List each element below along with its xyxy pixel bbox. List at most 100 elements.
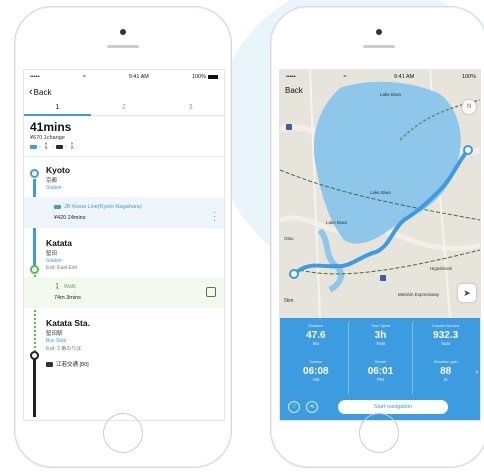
route-duration: 41mins bbox=[30, 120, 72, 134]
tab-route-1[interactable]: 1 bbox=[24, 100, 91, 115]
stat-unit: m bbox=[443, 377, 448, 382]
status-bar: ••••• ≈ 9:41 AM 100% bbox=[24, 70, 224, 84]
stat-distance: Distance 47.6 km bbox=[284, 322, 349, 358]
stat-sunset: Sunset 06:01 PM bbox=[349, 358, 414, 394]
station-name-jp: 堅田 bbox=[46, 251, 58, 257]
battery-status: 100% bbox=[192, 74, 218, 80]
status-time: 9:41 AM bbox=[394, 74, 415, 80]
route-detail-screen: ••••• ≈ 9:41 AM 100% ‹ Back 1 2 3 41mins… bbox=[23, 69, 225, 421]
route-tabs: 1 2 3 bbox=[24, 100, 224, 116]
walk-icon: 🚶 bbox=[42, 144, 51, 150]
stat-elevation[interactable]: Elevation gain 88 m › bbox=[413, 358, 478, 394]
compass-icon[interactable]: N bbox=[462, 100, 476, 114]
speaker-grille bbox=[107, 45, 139, 48]
station-type: Station bbox=[46, 185, 62, 191]
stat-value: 932.3 bbox=[433, 330, 459, 341]
station-exit: Exit: East Exit bbox=[46, 265, 77, 271]
walk-segment[interactable]: 🚶 Walk 74m 3mins bbox=[24, 277, 224, 308]
bus-icon bbox=[55, 144, 63, 149]
stat-header: Sunset bbox=[374, 359, 387, 364]
battery-icon bbox=[207, 74, 218, 79]
chevron-left-icon: ‹ bbox=[29, 85, 33, 98]
map-screen: ••••• ≈ 9:41 AM 100% Back N Lake Biwa La… bbox=[279, 69, 481, 421]
train-fare-time: ¥420 24mins bbox=[54, 215, 86, 221]
active-tab-indicator bbox=[24, 114, 91, 116]
walk-distance-time: 74m 3mins bbox=[54, 295, 81, 301]
station-exit: Exit: 2 番のりば bbox=[46, 346, 82, 352]
locate-me-icon[interactable]: ➤ bbox=[458, 284, 476, 302]
station-node bbox=[30, 265, 39, 274]
tab-route-3[interactable]: 3 bbox=[157, 100, 224, 115]
back-label: Back bbox=[33, 87, 52, 97]
wifi-icon: ≈ bbox=[82, 74, 86, 80]
home-button[interactable] bbox=[103, 413, 143, 453]
train-icon bbox=[54, 205, 61, 209]
stat-unit: AM bbox=[312, 377, 320, 382]
map-view[interactable]: ••••• ≈ 9:41 AM 100% Back N Lake Biwa La… bbox=[280, 70, 480, 318]
camera-icon bbox=[120, 29, 126, 35]
walk-icon: 🚶 bbox=[54, 284, 61, 290]
share-icon[interactable]: ⋖ bbox=[306, 401, 318, 413]
station-katata[interactable]: Katata 堅田 Station Exit: East Exit bbox=[46, 230, 224, 275]
stat-value: 47.6 bbox=[306, 330, 326, 341]
station-node bbox=[30, 169, 39, 178]
station-node bbox=[30, 351, 39, 360]
start-navigation-button[interactable]: Start navigation bbox=[338, 400, 448, 414]
stage: ••••• ≈ 9:41 AM 100% ‹ Back 1 2 3 41mins… bbox=[0, 0, 484, 473]
stat-sunrise: Sunrise 06:08 AM bbox=[284, 358, 349, 394]
stat-header: Elevation gain bbox=[433, 359, 458, 364]
stat-time: Time Spent 3h 7min bbox=[349, 322, 414, 358]
station-name-jp: 京都 bbox=[46, 178, 58, 184]
signal-indicator: ••••• bbox=[30, 74, 40, 80]
camera-icon bbox=[376, 29, 382, 35]
phone-left: ••••• ≈ 9:41 AM 100% ‹ Back 1 2 3 41mins… bbox=[14, 6, 232, 468]
stat-unit: PM bbox=[377, 377, 384, 382]
status-time: 9:41 AM bbox=[128, 74, 149, 80]
route-fare: ¥670 1change bbox=[30, 135, 65, 141]
map-label: Lake Biwa bbox=[380, 92, 401, 97]
favorite-icon[interactable]: ♡ bbox=[288, 401, 300, 413]
station-kyoto[interactable]: Kyoto 京都 Station bbox=[46, 157, 224, 195]
walk-icon: 🚶 bbox=[68, 144, 76, 150]
station-katata-sta[interactable]: Katata Sta. 堅田駅 Bus Stop Exit: 2 番のりば bbox=[46, 310, 224, 356]
stat-value: 88 bbox=[440, 366, 452, 377]
station-name: Katata Sta. bbox=[46, 318, 90, 328]
stat-header: Time Spent bbox=[370, 323, 391, 328]
stat-unit: kcal bbox=[441, 341, 450, 346]
map-label: Meishin Expressway bbox=[398, 292, 440, 297]
train-icon bbox=[30, 144, 37, 149]
route-timeline: Kyoto 京都 Station JR Kosei Line(Kyoto-Nag… bbox=[24, 157, 224, 417]
battery-label: 100% bbox=[461, 74, 476, 80]
station-name: Katata bbox=[46, 238, 72, 248]
arrow-icon: › bbox=[64, 143, 67, 150]
trip-stats-panel: Distance 47.6 km Time Spent 3h 7min Calo… bbox=[280, 318, 480, 420]
home-button[interactable] bbox=[359, 413, 399, 453]
map-label: Otsu bbox=[284, 236, 294, 241]
wifi-icon: ≈ bbox=[343, 74, 347, 80]
speaker-grille bbox=[363, 45, 395, 48]
map-label: Lake Biwa bbox=[326, 220, 347, 225]
station-type: Bus Stop bbox=[46, 338, 67, 344]
station-name-jp: 堅田駅 bbox=[46, 331, 63, 337]
bus-segment[interactable]: 江若交通 [80] bbox=[46, 356, 224, 368]
back-button[interactable]: ‹ Back bbox=[24, 84, 224, 100]
stat-unit: 7min bbox=[375, 341, 386, 346]
battery-label: 100% bbox=[191, 74, 206, 80]
arrow-icon: › bbox=[52, 143, 54, 150]
stat-unit: km bbox=[312, 341, 319, 346]
map-scale: 5km bbox=[284, 298, 294, 304]
more-options-icon[interactable]: · · · bbox=[213, 209, 216, 225]
stat-value: 06:08 bbox=[303, 366, 329, 377]
chevron-right-icon: › bbox=[475, 367, 478, 376]
map-label: Higashiomi bbox=[430, 266, 453, 271]
stat-header: Distance bbox=[308, 323, 324, 328]
tab-route-2[interactable]: 2 bbox=[91, 100, 158, 115]
map-label: Lake Biwa bbox=[370, 190, 391, 195]
back-button[interactable]: Back bbox=[285, 86, 303, 95]
phone-right: ••••• ≈ 9:41 AM 100% Back N Lake Biwa La… bbox=[270, 6, 484, 468]
arrow-icon: › bbox=[39, 143, 41, 150]
bus-icon bbox=[46, 361, 53, 367]
stats-grid: Distance 47.6 km Time Spent 3h 7min Calo… bbox=[280, 318, 480, 394]
map-route-icon[interactable] bbox=[206, 287, 216, 297]
train-segment[interactable]: JR Kosei Line(Kyoto-Nagahara) ¥420 24min… bbox=[24, 197, 224, 228]
